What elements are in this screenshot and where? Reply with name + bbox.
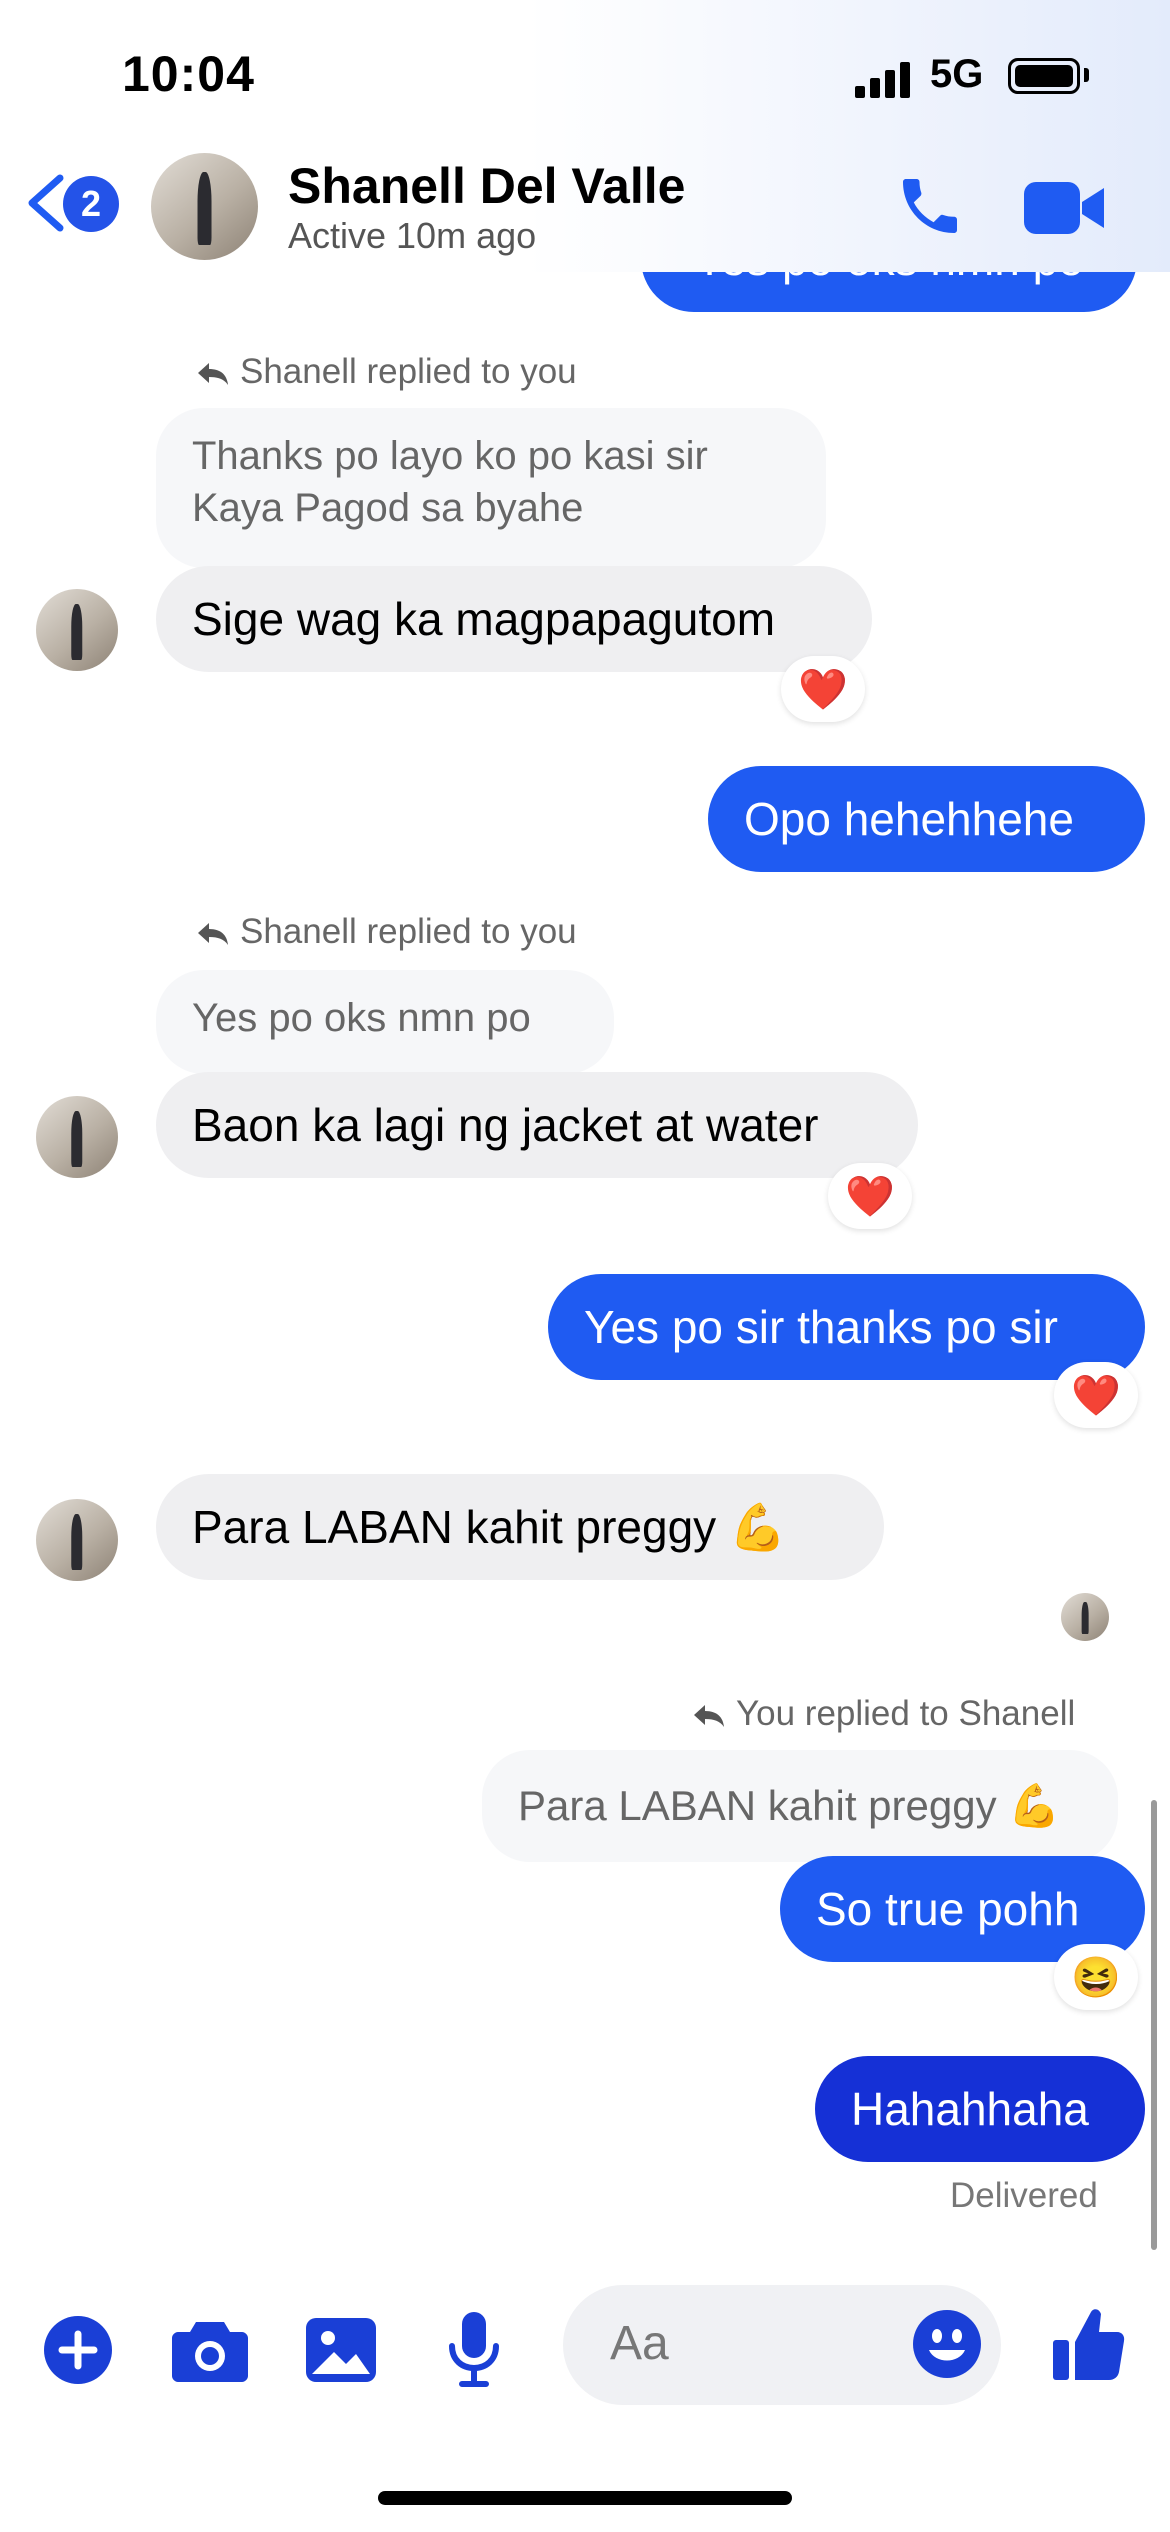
reaction-heart[interactable]: ❤️ xyxy=(781,656,865,722)
reply-arrow-icon xyxy=(198,362,228,385)
quoted-message[interactable]: Para LABAN kahit preggy 💪 xyxy=(482,1750,1118,1862)
message-bubble-outgoing[interactable]: Opo hehehhehe xyxy=(708,766,1145,872)
battery-icon-overlay xyxy=(1008,58,1080,94)
reply-arrow-icon xyxy=(198,922,228,945)
reply-label: Shanell replied to you xyxy=(240,352,577,391)
message-bubble-incoming[interactable]: Baon ka lagi ng jacket at water xyxy=(156,1072,918,1178)
signal-icon-overlay xyxy=(855,62,915,98)
contact-active-status-overlay: Active 10m ago xyxy=(288,215,537,256)
message-bubble-outgoing[interactable]: Hahahhaha xyxy=(815,2056,1145,2162)
contact-name-overlay[interactable]: Shanell Del Valle xyxy=(288,157,685,215)
home-indicator xyxy=(378,2491,792,2505)
reaction-heart[interactable]: ❤️ xyxy=(828,1163,912,1229)
scrollbar[interactable] xyxy=(1151,1800,1157,2250)
phone-icon-overlay[interactable] xyxy=(894,170,966,242)
sender-avatar[interactable] xyxy=(36,1499,118,1581)
quoted-message[interactable]: Thanks po layo ko po kasi sir Kaya Pagod… xyxy=(156,408,826,568)
reply-label: You replied to Shanell xyxy=(736,1694,1076,1733)
delivered-status: Delivered xyxy=(950,2176,1098,2215)
quote-line: Thanks po layo ko po kasi sir xyxy=(192,434,708,478)
reply-indicator: Shanell replied to you xyxy=(196,352,577,392)
status-time-overlay: 10:04 xyxy=(122,46,255,102)
contact-avatar-overlay[interactable] xyxy=(151,153,258,260)
reaction-laugh[interactable]: 😆 xyxy=(1054,1944,1138,2010)
reaction-emoji: ❤️ xyxy=(798,667,848,712)
emoji-icon[interactable] xyxy=(913,2310,981,2378)
reply-label: Shanell replied to you xyxy=(240,912,577,951)
quoted-message[interactable]: Yes po oks nmn po xyxy=(156,970,614,1074)
reaction-heart[interactable]: ❤️ xyxy=(1054,1362,1138,1428)
camera-icon[interactable] xyxy=(172,2318,248,2382)
reaction-emoji: 😆 xyxy=(1071,1955,1121,2000)
reply-arrow-icon xyxy=(694,1704,724,1727)
quote-line: Kaya Pagod sa byahe xyxy=(192,486,584,530)
message-bubble-outgoing[interactable]: Yes po sir thanks po sir xyxy=(548,1274,1145,1380)
reaction-emoji: ❤️ xyxy=(845,1174,895,1219)
message-bubble-incoming[interactable]: Para LABAN kahit preggy 💪 xyxy=(156,1474,884,1580)
reply-indicator: You replied to Shanell xyxy=(692,1694,1075,1734)
message-bubble-incoming[interactable]: Sige wag ka magpapagutom xyxy=(156,566,872,672)
microphone-icon[interactable] xyxy=(446,2312,502,2388)
unread-badge-overlay[interactable]: 2 xyxy=(63,176,119,232)
seen-receipt-avatar xyxy=(1061,1593,1109,1641)
sender-avatar[interactable] xyxy=(36,1096,118,1178)
thumbs-up-icon[interactable] xyxy=(1053,2306,1125,2382)
message-input-placeholder: Aa xyxy=(610,2317,669,2370)
battery-cap-overlay xyxy=(1084,68,1089,82)
reaction-emoji: ❤️ xyxy=(1071,1373,1121,1418)
gallery-icon[interactable] xyxy=(306,2318,376,2382)
reply-indicator: Shanell replied to you xyxy=(196,912,577,952)
video-camera-icon-overlay[interactable] xyxy=(1022,180,1106,236)
plus-icon[interactable] xyxy=(44,2316,112,2384)
back-chevron-icon-overlay[interactable] xyxy=(24,174,66,232)
network-type-overlay: 5G xyxy=(930,52,984,96)
sender-avatar[interactable] xyxy=(36,589,118,671)
